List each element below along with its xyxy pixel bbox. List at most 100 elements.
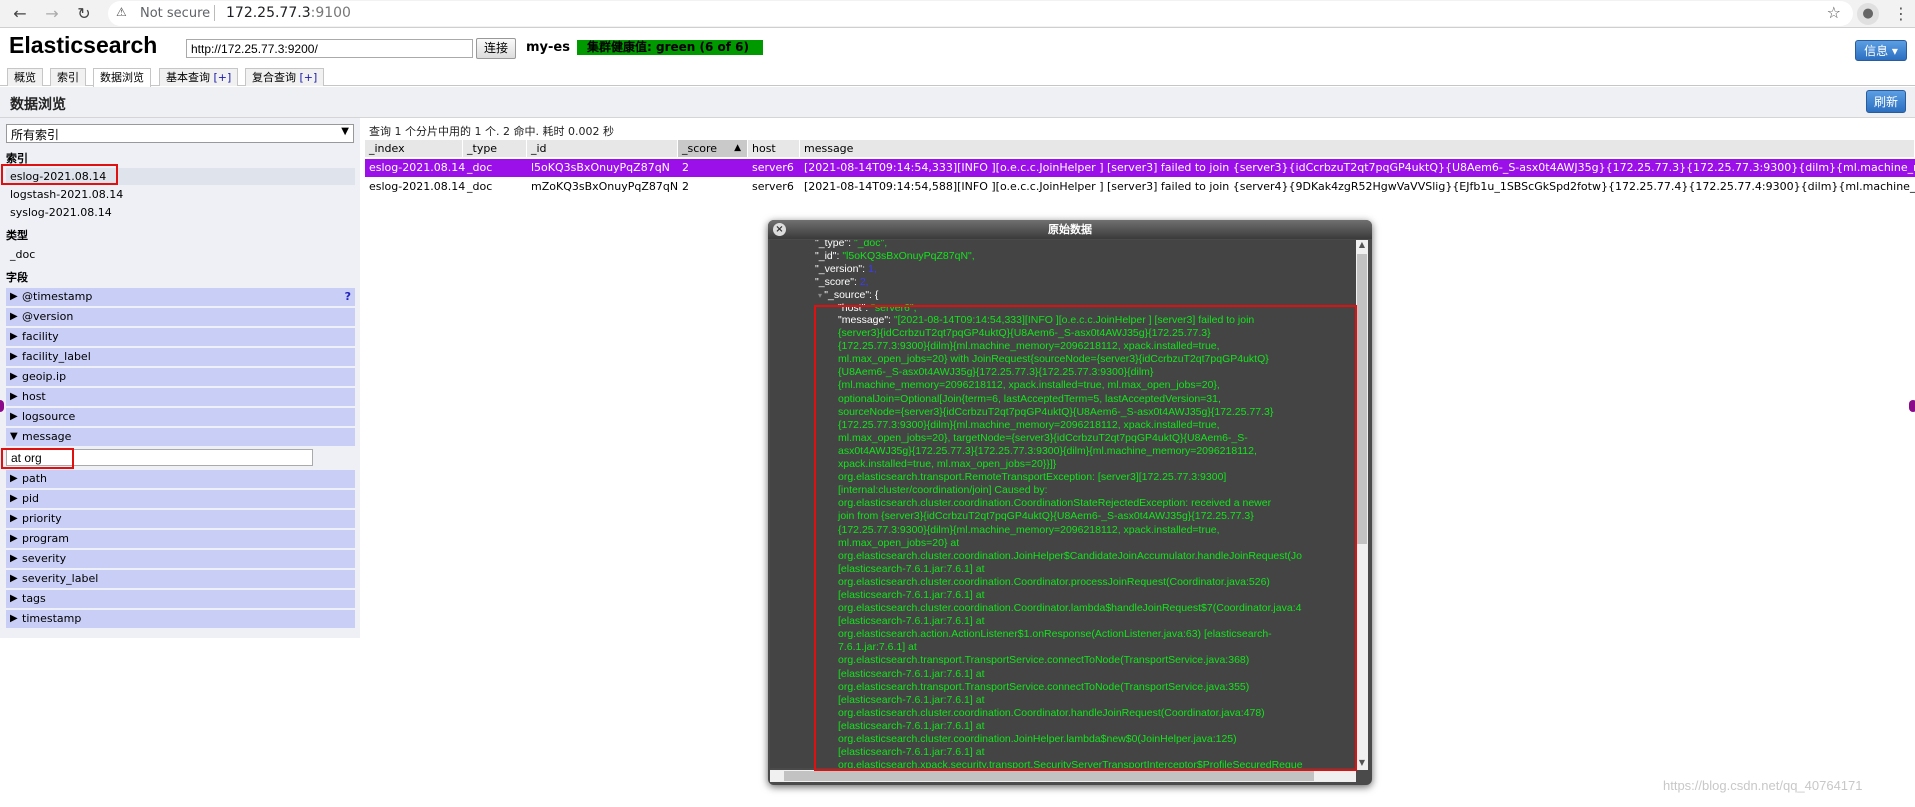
index-select-value: 所有索引 xyxy=(11,128,60,142)
cell-index: eslog-2021.08.14 xyxy=(369,161,466,174)
table-row[interactable]: eslog-2021.08.14 _doc mZoKQ3sBxOnuyPqZ87… xyxy=(365,178,1915,196)
column-header-sorted[interactable]: _score ▲ xyxy=(678,140,748,157)
json-line: ▾ "_source": { xyxy=(818,289,878,302)
field-item[interactable]: ▶ severity_label xyxy=(6,570,355,588)
sidebar: 所有索引 ▼ 索引 eslog-2021.08.14 logstash-2021… xyxy=(0,118,360,638)
column-header[interactable]: message xyxy=(800,140,1915,157)
tab-basic-query[interactable]: 基本查询 [+] xyxy=(159,68,239,86)
dialog-title: × 原始数据 xyxy=(768,220,1372,239)
column-header[interactable]: _index xyxy=(365,140,463,157)
field-label: facility_label xyxy=(22,350,91,363)
caret-right-icon: ▶ xyxy=(10,411,18,422)
security-label: Not secure xyxy=(140,6,211,21)
field-label: severity_label xyxy=(22,572,99,585)
cluster-name: my-es xyxy=(526,40,570,55)
cell-host: server6 xyxy=(752,161,794,174)
browser-menu-icon[interactable]: ⋮ xyxy=(1893,4,1909,23)
caret-right-icon: ▶ xyxy=(10,613,18,624)
tab-label: 基本查询 xyxy=(166,71,210,84)
url-host: 172.25.77.3 xyxy=(226,5,311,21)
cell-type: _doc xyxy=(467,180,493,193)
tab-indices[interactable]: 索引 xyxy=(50,68,86,86)
field-item[interactable]: ▶ facility xyxy=(6,328,355,346)
cluster-url-input[interactable] xyxy=(186,39,473,58)
json-key: "_source": { xyxy=(824,289,879,301)
column-header[interactable]: _id xyxy=(527,140,678,157)
horizontal-scrollbar[interactable] xyxy=(770,770,1356,782)
page-title: 数据浏览 xyxy=(10,97,66,113)
field-item[interactable]: ▶ tags xyxy=(6,590,355,608)
table-row-selected[interactable]: eslog-2021.08.14 _doc l5oKQ3sBxOnuyPqZ87… xyxy=(365,159,1915,177)
scroll-down-icon[interactable]: ▼ xyxy=(1356,758,1368,770)
caret-right-icon: ▶ xyxy=(10,331,18,342)
field-item[interactable]: ▶ facility_label xyxy=(6,348,355,366)
chevron-down-icon: ▼ xyxy=(341,126,349,137)
cell-score: 2 xyxy=(682,180,689,193)
highlight-box xyxy=(1,448,74,469)
address-separator xyxy=(214,5,215,21)
json-value: "_doc", xyxy=(853,240,888,249)
json-key: "_type": xyxy=(815,240,854,249)
tab-overview[interactable]: 概览 xyxy=(7,68,43,86)
scroll-up-icon[interactable]: ▲ xyxy=(1356,240,1368,252)
cell-index: eslog-2021.08.14 xyxy=(369,180,466,193)
forward-icon[interactable]: → xyxy=(42,4,62,24)
type-item[interactable]: _doc xyxy=(6,246,355,263)
app-title: Elasticsearch xyxy=(9,32,158,58)
connect-button[interactable]: 连接 xyxy=(476,38,516,59)
field-item[interactable]: ▶ logsource xyxy=(6,408,355,426)
types-heading: 类型 xyxy=(6,229,28,242)
scrollbar-thumb[interactable] xyxy=(784,771,1314,781)
reload-icon[interactable]: ↻ xyxy=(74,4,94,24)
field-item[interactable]: ▶ priority xyxy=(6,510,355,528)
field-item[interactable]: ▶ program xyxy=(6,530,355,548)
back-icon[interactable]: ← xyxy=(10,4,30,24)
json-value: "l5oKQ3sBxOnuyPqZ87qN", xyxy=(842,250,975,262)
index-item[interactable]: syslog-2021.08.14 xyxy=(6,204,355,221)
bookmark-star-icon[interactable]: ☆ xyxy=(1827,3,1841,22)
field-label: priority xyxy=(22,512,62,525)
page-title-bar: 数据浏览 刷新 xyxy=(0,87,1915,118)
caret-right-icon: ▶ xyxy=(10,391,18,402)
tab-label: 索引 xyxy=(57,71,79,84)
index-item[interactable]: logstash-2021.08.14 xyxy=(6,186,355,203)
caret-right-icon: ▶ xyxy=(10,593,18,604)
field-item[interactable]: ▶ @timestamp? xyxy=(6,288,355,306)
field-label: path xyxy=(22,472,48,485)
tab-compound-query[interactable]: 复合查询 [+] xyxy=(245,68,325,86)
refresh-button[interactable]: 刷新 xyxy=(1866,90,1906,113)
field-label: program xyxy=(22,532,69,545)
info-dropdown-button[interactable]: 信息 ▾ xyxy=(1855,40,1907,61)
profile-avatar-icon[interactable]: ● xyxy=(1857,3,1879,25)
field-label: timestamp xyxy=(22,612,82,625)
highlight-box xyxy=(814,305,1357,771)
vertical-scrollbar[interactable]: ▲ ▼ xyxy=(1356,240,1368,770)
tab-plus: [+] xyxy=(299,71,318,84)
field-label: tags xyxy=(22,592,46,605)
help-icon[interactable]: ? xyxy=(345,288,351,306)
field-item[interactable]: ▶ path xyxy=(6,470,355,488)
fields-heading: 字段 xyxy=(6,271,28,284)
tab-data-browser[interactable]: 数据浏览 xyxy=(93,68,151,87)
json-value: 2, xyxy=(859,276,869,288)
field-item[interactable]: ▶ pid xyxy=(6,490,355,508)
cell-type: _doc xyxy=(467,161,493,174)
field-item-expanded[interactable]: ▼ message xyxy=(6,428,355,446)
field-item[interactable]: ▶ severity xyxy=(6,550,355,568)
column-header[interactable]: host xyxy=(748,140,800,157)
field-item[interactable]: ▶ geoip.ip xyxy=(6,368,355,386)
close-icon[interactable]: × xyxy=(773,223,786,236)
scrollbar-thumb[interactable] xyxy=(1357,254,1367,544)
json-line: "_version": 1, xyxy=(815,263,877,276)
json-line: "_score": 2, xyxy=(815,276,869,289)
field-item[interactable]: ▶ timestamp xyxy=(6,610,355,628)
field-item[interactable]: ▶ host xyxy=(6,388,355,406)
column-header[interactable]: _type xyxy=(463,140,527,157)
json-value: 1, xyxy=(867,263,877,275)
watermark: https://blog.csdn.net/qq_40764171 xyxy=(1663,778,1863,793)
browser-toolbar: ← → ↻ ⚠ Not secure 172.25.77.3:9100 ☆ ● … xyxy=(0,0,1915,28)
url-port: :9100 xyxy=(310,5,351,21)
field-item[interactable]: ▶ @version xyxy=(6,308,355,326)
index-select[interactable]: 所有索引 ▼ xyxy=(6,124,354,143)
address-bar[interactable]: ⚠ Not secure 172.25.77.3:9100 ☆ xyxy=(108,1,1853,26)
